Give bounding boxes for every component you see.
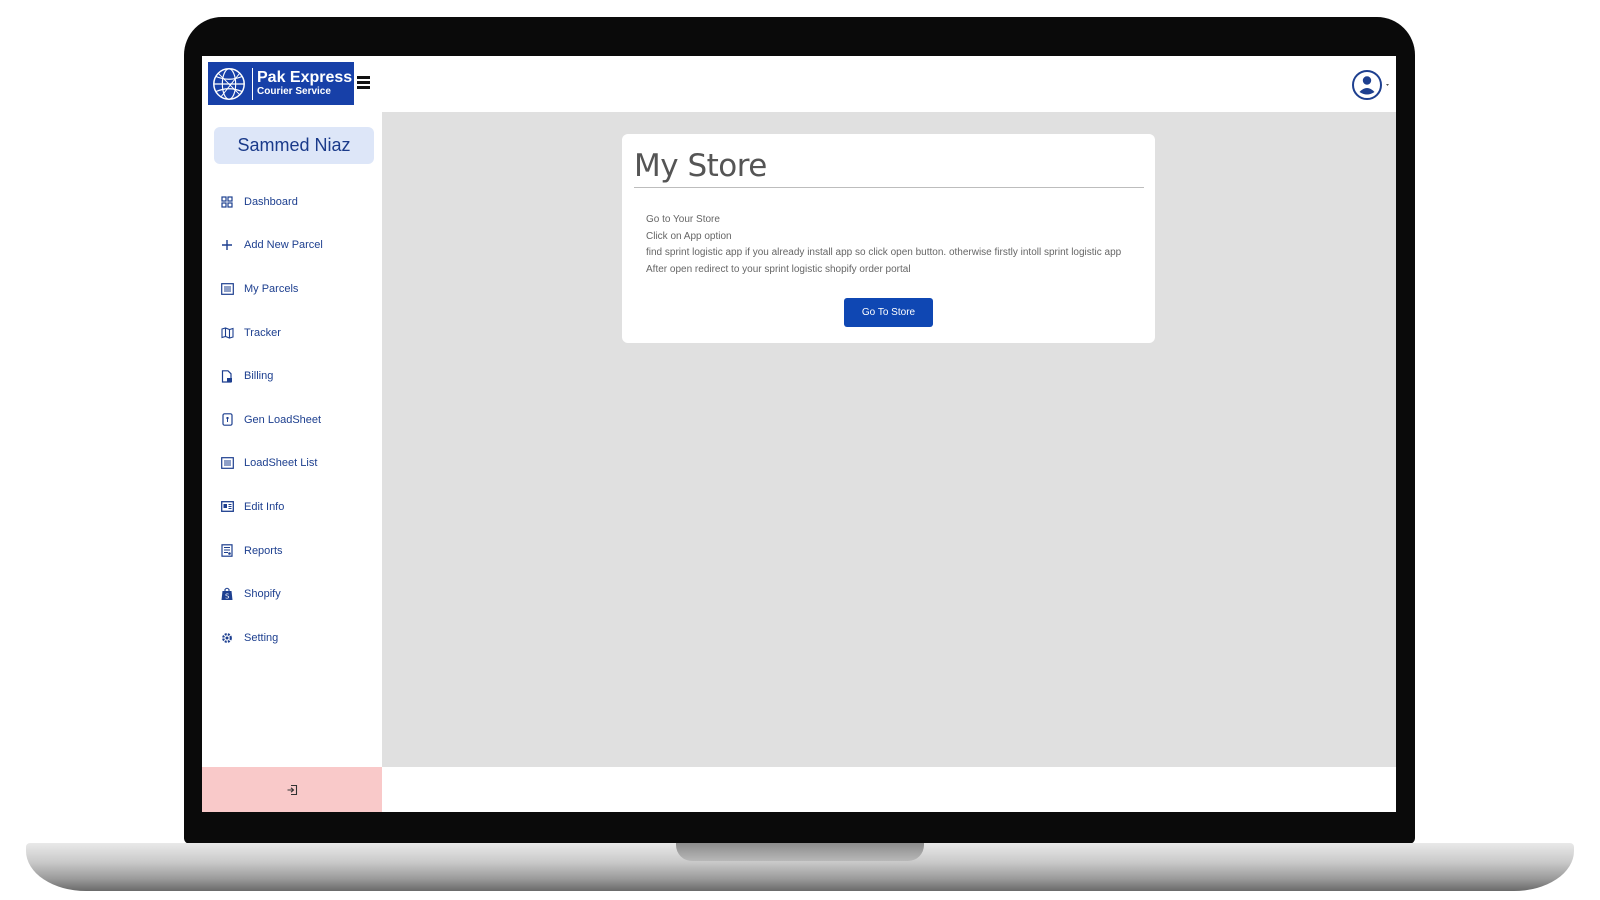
sidebar-item-gen-loadsheet[interactable]: Gen LoadSheet — [220, 398, 380, 442]
sidebar-item-label: LoadSheet List — [244, 457, 318, 470]
sidebar-item-reports[interactable]: Reports — [220, 529, 380, 573]
title-divider — [634, 187, 1144, 188]
sidebar-item-label: My Parcels — [244, 282, 299, 295]
report-icon — [220, 544, 234, 558]
logout-button[interactable] — [202, 767, 382, 812]
sidebar-item-add-new-parcel[interactable]: Add New Parcel — [220, 224, 380, 268]
brand-logo[interactable]: Pak Express Courier Service — [208, 62, 354, 105]
map-icon — [220, 326, 234, 340]
brand-text: Pak Express Courier Service — [257, 70, 352, 97]
logo-divider — [252, 67, 253, 100]
id-card-icon — [220, 500, 234, 514]
page-title: My Store — [634, 148, 767, 184]
sidebar-item-label: Billing — [244, 370, 274, 383]
list-icon — [220, 282, 234, 296]
sidebar-item-label: Shopify — [244, 588, 281, 601]
go-to-store-button[interactable]: Go To Store — [844, 298, 933, 327]
top-bar: Pak Express Courier Service — [202, 56, 1396, 112]
chevron-down-icon — [1386, 84, 1389, 86]
sidebar-item-label: Tracker — [244, 326, 281, 339]
sidebar-item-billing[interactable]: Billing — [220, 354, 380, 398]
sidebar-item-label: Add New Parcel — [244, 239, 323, 252]
gear-icon — [220, 631, 234, 645]
sidebar-item-label: Edit Info — [244, 500, 285, 513]
list-icon — [220, 456, 234, 470]
main-content: My Store Go to Your Store Click on App o… — [382, 112, 1396, 767]
globe-icon — [213, 67, 245, 100]
user-circle-icon — [1352, 70, 1389, 100]
footer-strip — [382, 767, 1396, 812]
instruction-step: After open redirect to your sprint logis… — [646, 263, 911, 275]
sidebar-item-label: Setting — [244, 631, 279, 644]
sidebar-item-my-parcels[interactable]: My Parcels — [220, 267, 380, 311]
instruction-step: Click on App option — [646, 230, 732, 242]
shopify-bag-icon: S — [220, 587, 234, 601]
my-store-card: My Store Go to Your Store Click on App o… — [622, 134, 1155, 343]
plus-icon — [220, 238, 234, 252]
hamburger-icon[interactable] — [357, 76, 370, 90]
sidebar-item-label: Reports — [244, 544, 283, 557]
pdf-file-icon — [220, 369, 234, 383]
document-icon — [220, 413, 234, 427]
app-screen: Pak Express Courier Service Sammed Niaz … — [202, 56, 1396, 812]
logout-icon — [287, 784, 298, 795]
username-badge: Sammed Niaz — [214, 127, 374, 164]
instruction-step: Go to Your Store — [646, 214, 720, 225]
sidebar-item-shopify[interactable]: S Shopify — [220, 572, 380, 616]
sidebar-item-loadsheet-list[interactable]: LoadSheet List — [220, 442, 380, 486]
sidebar-item-edit-info[interactable]: Edit Info — [220, 485, 380, 529]
sidebar-item-tracker[interactable]: Tracker — [220, 311, 380, 355]
grid-icon — [220, 195, 234, 209]
user-menu-button[interactable] — [1352, 68, 1394, 102]
sidebar-nav: Dashboard Add New Parcel My Parcels Trac… — [220, 180, 380, 660]
instruction-list: Go to Your Store Click on App option fin… — [646, 212, 1146, 278]
brand-subtitle: Courier Service — [257, 86, 331, 97]
laptop-notch — [676, 843, 924, 861]
svg-text:S: S — [225, 593, 230, 601]
sidebar-item-label: Gen LoadSheet — [244, 413, 322, 426]
sidebar-item-label: Dashboard — [244, 195, 298, 208]
sidebar: Sammed Niaz Dashboard Add New Parcel My … — [202, 112, 382, 812]
instruction-step: find sprint logistic app if you already … — [646, 247, 1122, 259]
brand-title: Pak Express — [257, 69, 353, 86]
sidebar-item-dashboard[interactable]: Dashboard — [220, 180, 380, 224]
sidebar-item-setting[interactable]: Setting — [220, 616, 380, 660]
